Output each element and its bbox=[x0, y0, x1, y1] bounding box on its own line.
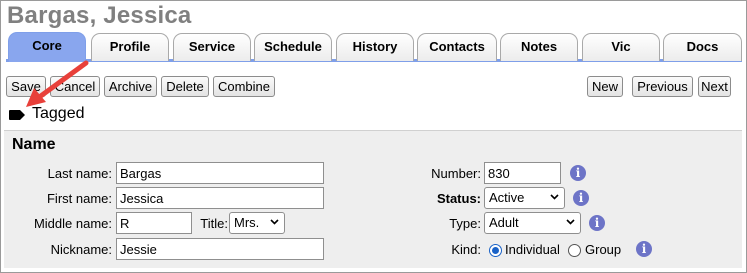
delete-button[interactable]: Delete bbox=[161, 76, 209, 97]
previous-button[interactable]: Previous bbox=[632, 76, 693, 97]
chevron-down-icon bbox=[270, 219, 279, 225]
tab-service[interactable]: Service bbox=[173, 33, 251, 61]
name-section: Name Last name: First name: Middle name:… bbox=[4, 130, 742, 268]
nickname-label: Nickname: bbox=[50, 242, 112, 257]
status-select[interactable]: Active bbox=[484, 187, 565, 209]
next-button[interactable]: Next bbox=[698, 76, 731, 97]
new-button[interactable]: New bbox=[587, 76, 623, 97]
section-title: Name bbox=[12, 136, 56, 153]
number-info-icon[interactable]: i bbox=[570, 165, 586, 181]
kind-group-radio[interactable] bbox=[568, 244, 581, 257]
tab-notes[interactable]: Notes bbox=[500, 33, 578, 61]
combine-button[interactable]: Combine bbox=[213, 76, 275, 97]
last-name-input[interactable] bbox=[116, 162, 324, 184]
tab-contacts[interactable]: Contacts bbox=[417, 33, 497, 61]
type-select[interactable]: Adult bbox=[484, 212, 581, 234]
last-name-label: Last name: bbox=[47, 166, 112, 181]
page-title: Bargas, Jessica bbox=[7, 2, 192, 29]
number-input[interactable] bbox=[484, 162, 561, 184]
kind-info-icon[interactable]: i bbox=[636, 241, 652, 257]
tab-profile[interactable]: Profile bbox=[91, 33, 169, 61]
status-select-value: Active bbox=[489, 190, 525, 205]
status-label: Status: bbox=[436, 191, 481, 206]
kind-group-label: Group bbox=[585, 242, 622, 257]
tab-schedule[interactable]: Schedule bbox=[254, 33, 332, 61]
chevron-down-icon bbox=[566, 219, 575, 225]
chevron-down-icon bbox=[550, 194, 559, 200]
title-select[interactable]: Mrs. bbox=[229, 212, 285, 234]
type-label: Type: bbox=[449, 216, 481, 231]
title-select-value: Mrs. bbox=[234, 215, 260, 230]
kind-individual-label: Individual bbox=[505, 242, 560, 257]
cancel-button[interactable]: Cancel bbox=[50, 76, 100, 97]
tag-icon bbox=[9, 110, 25, 120]
type-select-value: Adult bbox=[489, 215, 519, 230]
first-name-label: First name: bbox=[46, 191, 112, 206]
number-label: Number: bbox=[431, 166, 481, 181]
type-info-icon[interactable]: i bbox=[589, 215, 605, 231]
tab-history[interactable]: History bbox=[336, 33, 414, 61]
tab-vic[interactable]: Vic bbox=[582, 33, 660, 61]
first-name-input[interactable] bbox=[116, 187, 324, 209]
tab-docs[interactable]: Docs bbox=[663, 33, 742, 61]
kind-individual-radio[interactable] bbox=[489, 244, 502, 257]
kind-label: Kind: bbox=[451, 242, 481, 257]
save-button[interactable]: Save bbox=[6, 76, 46, 97]
title-label: Title: bbox=[200, 216, 228, 231]
nickname-input[interactable] bbox=[116, 238, 324, 260]
tab-core[interactable]: Core bbox=[8, 32, 86, 62]
middle-name-label: Middle name: bbox=[33, 216, 112, 231]
tab-bar: Core Profile Service Schedule History Co… bbox=[6, 32, 742, 62]
status-info-icon[interactable]: i bbox=[573, 190, 589, 206]
middle-name-input[interactable] bbox=[116, 212, 192, 234]
tag-label: Tagged bbox=[32, 105, 85, 122]
archive-button[interactable]: Archive bbox=[104, 76, 157, 97]
